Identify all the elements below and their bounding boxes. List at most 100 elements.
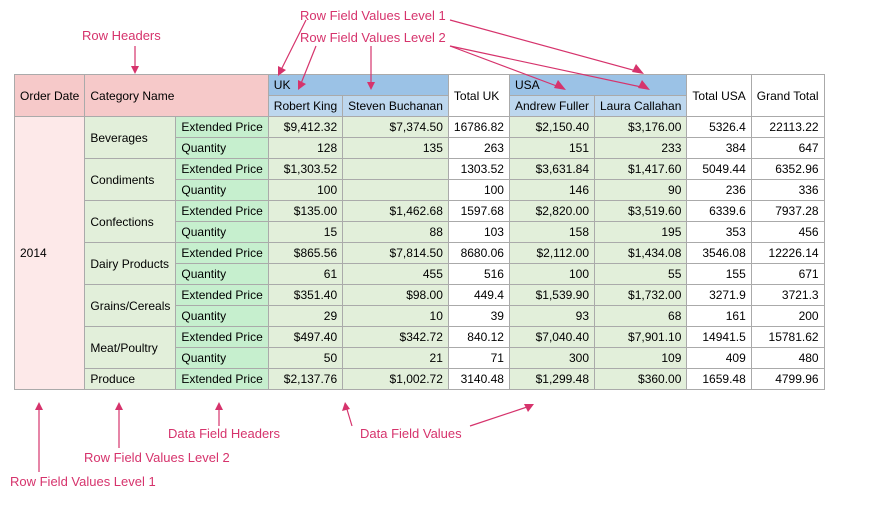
- cell-value: 100: [448, 180, 509, 201]
- cell-value: 409: [687, 348, 751, 369]
- cell-value: $360.00: [595, 369, 687, 390]
- table-row: Dairy ProductsExtended Price$865.56$7,81…: [15, 243, 825, 264]
- cell-field: Extended Price: [176, 369, 268, 390]
- cell-value: $1,002.72: [343, 369, 449, 390]
- cell-value: 353: [687, 222, 751, 243]
- col-laura: Laura Callahan: [595, 96, 687, 117]
- cell-value: 88: [343, 222, 449, 243]
- cell-value: 3140.48: [448, 369, 509, 390]
- col-category-name: Category Name: [85, 75, 268, 117]
- cell-value: $135.00: [268, 201, 342, 222]
- cell-value: 263: [448, 138, 509, 159]
- cell-value: 100: [509, 264, 594, 285]
- cell-value: $7,901.10: [595, 327, 687, 348]
- cell-value: 236: [687, 180, 751, 201]
- cell-value: 93: [509, 306, 594, 327]
- cell-field: Extended Price: [176, 159, 268, 180]
- cell-value: 14941.5: [687, 327, 751, 348]
- cell-value: $342.72: [343, 327, 449, 348]
- cell-value: 840.12: [448, 327, 509, 348]
- cell-value: 6352.96: [751, 159, 824, 180]
- cell-field: Quantity: [176, 222, 268, 243]
- cell-value: $7,040.40: [509, 327, 594, 348]
- cell-value: 449.4: [448, 285, 509, 306]
- cell-value: 647: [751, 138, 824, 159]
- cell-category: Beverages: [85, 117, 176, 159]
- cell-value: 5326.4: [687, 117, 751, 138]
- col-steven: Steven Buchanan: [343, 96, 449, 117]
- cell-field: Quantity: [176, 138, 268, 159]
- cell-value: $1,417.60: [595, 159, 687, 180]
- table-row: Meat/PoultryExtended Price$497.40$342.72…: [15, 327, 825, 348]
- cell-category: Dairy Products: [85, 243, 176, 285]
- cell-value: $98.00: [343, 285, 449, 306]
- cell-value: $7,814.50: [343, 243, 449, 264]
- cell-value: $2,820.00: [509, 201, 594, 222]
- cell-value: $3,631.84: [509, 159, 594, 180]
- col-total-usa: Total USA: [687, 75, 751, 117]
- cell-year: 2014: [15, 117, 85, 390]
- cell-value: 109: [595, 348, 687, 369]
- cell-value: 90: [595, 180, 687, 201]
- annot-rfv-l1-top: Row Field Values Level 1: [300, 8, 446, 23]
- cell-value: 456: [751, 222, 824, 243]
- table-row: CondimentsExtended Price$1,303.521303.52…: [15, 159, 825, 180]
- annot-row-headers: Row Headers: [82, 28, 161, 43]
- cell-value: 21: [343, 348, 449, 369]
- cell-value: [343, 180, 449, 201]
- cell-value: $3,176.00: [595, 117, 687, 138]
- cell-value: 3721.3: [751, 285, 824, 306]
- cell-value: $2,112.00: [509, 243, 594, 264]
- cell-field: Quantity: [176, 306, 268, 327]
- cell-category: Confections: [85, 201, 176, 243]
- cell-value: 12226.14: [751, 243, 824, 264]
- cell-value: 15: [268, 222, 342, 243]
- cell-value: $1,303.52: [268, 159, 342, 180]
- cell-value: $1,462.68: [343, 201, 449, 222]
- cell-field: Quantity: [176, 180, 268, 201]
- cell-value: [343, 159, 449, 180]
- cell-category: Grains/Cereals: [85, 285, 176, 327]
- table-row: ProduceExtended Price$2,137.76$1,002.723…: [15, 369, 825, 390]
- cell-value: 128: [268, 138, 342, 159]
- cell-value: $9,412.32: [268, 117, 342, 138]
- cell-value: 1659.48: [687, 369, 751, 390]
- cell-value: 151: [509, 138, 594, 159]
- cell-value: 3271.9: [687, 285, 751, 306]
- cell-value: 455: [343, 264, 449, 285]
- cell-value: 8680.06: [448, 243, 509, 264]
- cell-value: $1,299.48: [509, 369, 594, 390]
- col-order-date: Order Date: [15, 75, 85, 117]
- cell-category: Produce: [85, 369, 176, 390]
- cell-value: 384: [687, 138, 751, 159]
- cell-value: 10: [343, 306, 449, 327]
- cell-field: Extended Price: [176, 117, 268, 138]
- cell-value: 61: [268, 264, 342, 285]
- col-uk: UK: [268, 75, 448, 96]
- cell-value: 155: [687, 264, 751, 285]
- cell-value: 336: [751, 180, 824, 201]
- cell-field: Extended Price: [176, 285, 268, 306]
- cell-value: 158: [509, 222, 594, 243]
- cell-value: 4799.96: [751, 369, 824, 390]
- cell-value: 1303.52: [448, 159, 509, 180]
- col-grand-total: Grand Total: [751, 75, 824, 117]
- cell-field: Extended Price: [176, 201, 268, 222]
- table-row: 2014BeveragesExtended Price$9,412.32$7,3…: [15, 117, 825, 138]
- cell-value: 146: [509, 180, 594, 201]
- annot-rfv-l1-bot: Row Field Values Level 1: [10, 474, 156, 489]
- annot-rfv-l2-top: Row Field Values Level 2: [300, 30, 446, 45]
- col-andrew: Andrew Fuller: [509, 96, 594, 117]
- table-row: ConfectionsExtended Price$135.00$1,462.6…: [15, 201, 825, 222]
- cell-value: $1,434.08: [595, 243, 687, 264]
- cell-value: 5049.44: [687, 159, 751, 180]
- cell-value: 480: [751, 348, 824, 369]
- cell-value: 516: [448, 264, 509, 285]
- cell-value: 29: [268, 306, 342, 327]
- cell-value: $3,519.60: [595, 201, 687, 222]
- cell-value: 103: [448, 222, 509, 243]
- cell-field: Quantity: [176, 264, 268, 285]
- cell-value: $351.40: [268, 285, 342, 306]
- cell-value: 55: [595, 264, 687, 285]
- cell-value: $7,374.50: [343, 117, 449, 138]
